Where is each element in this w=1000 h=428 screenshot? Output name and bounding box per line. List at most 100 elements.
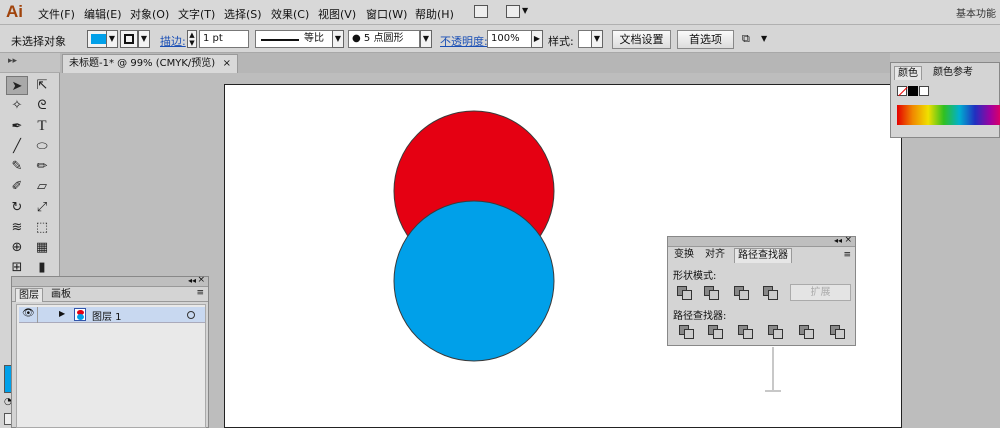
close-icon[interactable]: × bbox=[844, 235, 852, 245]
menu-help[interactable]: 帮助(H) bbox=[415, 6, 454, 22]
preferences-button[interactable]: 首选项 bbox=[677, 30, 734, 49]
layer-row[interactable]: 👁 ▶ 图层 1 bbox=[19, 307, 205, 323]
menu-effect[interactable]: 效果(C) bbox=[271, 6, 309, 22]
tools-panel-grip[interactable]: ▸▸ bbox=[0, 53, 60, 73]
trim-icon[interactable] bbox=[708, 325, 723, 339]
close-icon[interactable]: × bbox=[223, 55, 231, 72]
stroke-color-icon bbox=[124, 34, 134, 44]
opacity-label[interactable]: 不透明度: bbox=[440, 33, 488, 49]
tab-align[interactable]: 对齐 bbox=[702, 248, 728, 263]
opacity-field[interactable]: 100% bbox=[487, 30, 532, 48]
visibility-eye-icon[interactable]: 👁 bbox=[22, 308, 35, 319]
menu-window[interactable]: 窗口(W) bbox=[366, 6, 407, 22]
document-setup-button[interactable]: 文档设置 bbox=[612, 30, 671, 49]
align-options-icon[interactable]: ⧉ bbox=[742, 32, 750, 46]
divide-icon[interactable] bbox=[679, 325, 694, 339]
layers-panel-header[interactable]: ◂◂ × bbox=[12, 275, 208, 287]
target-icon[interactable] bbox=[187, 311, 195, 319]
gradient-tool-icon[interactable]: ▮ bbox=[31, 258, 53, 277]
tab-transform[interactable]: 变换 bbox=[671, 248, 697, 263]
panel-menu-icon[interactable]: ≡ bbox=[196, 288, 204, 298]
brush-label: 5 点圆形 bbox=[363, 33, 404, 44]
stroke-label[interactable]: 描边: bbox=[160, 33, 186, 49]
warp-tool-icon[interactable]: ≋ bbox=[6, 218, 28, 237]
chevron-down-icon[interactable]: ▼ bbox=[522, 6, 528, 15]
pathfinder-panel-header[interactable]: ◂◂ × bbox=[668, 235, 855, 247]
black-swatch-icon[interactable] bbox=[908, 86, 918, 96]
crop-icon[interactable] bbox=[768, 325, 783, 339]
layer-name[interactable]: 图层 1 bbox=[92, 308, 122, 323]
variable-width-profile[interactable]: 等比 bbox=[255, 30, 335, 48]
selection-tool-icon[interactable]: ➤ bbox=[6, 76, 28, 95]
color-spectrum[interactable] bbox=[897, 105, 1000, 125]
stroke-weight-stepper[interactable]: ▲ ▼ bbox=[187, 30, 197, 48]
scale-tool-icon[interactable]: ⤢ bbox=[31, 198, 53, 217]
layers-panel-tabs: 图层 画板 ≡ bbox=[12, 287, 208, 302]
outline-icon[interactable] bbox=[799, 325, 814, 339]
menu-type[interactable]: 文字(T) bbox=[178, 6, 215, 22]
minus-front-icon[interactable] bbox=[704, 286, 719, 300]
tab-color[interactable]: 颜色 bbox=[894, 66, 922, 80]
blob-brush-tool-icon[interactable]: ✐ bbox=[6, 177, 28, 196]
ellipse-tool-icon[interactable]: ⬭ bbox=[31, 137, 53, 156]
menu-edit[interactable]: 编辑(E) bbox=[84, 6, 122, 22]
magic-wand-tool-icon[interactable]: ✧ bbox=[6, 96, 28, 115]
tab-pathfinder[interactable]: 路径查找器 bbox=[734, 248, 792, 263]
exclude-icon[interactable] bbox=[763, 286, 778, 300]
profile-label: 等比 bbox=[304, 33, 324, 44]
tab-layers[interactable]: 图层 bbox=[15, 288, 43, 302]
stroke-dropdown-icon[interactable]: ▼ bbox=[138, 30, 150, 48]
fill-dropdown-icon[interactable]: ▼ bbox=[106, 30, 118, 48]
collapse-icon[interactable]: ◂◂ bbox=[188, 276, 196, 285]
direct-selection-tool-icon[interactable]: ⇱ bbox=[31, 76, 53, 95]
stroke-swatch[interactable] bbox=[120, 30, 138, 48]
pencil-tool-icon[interactable]: ✏ bbox=[31, 157, 53, 176]
workspace-switcher[interactable]: 基本功能 bbox=[956, 5, 996, 20]
arrange-documents-icon[interactable] bbox=[506, 5, 520, 18]
line-tool-icon[interactable]: ╱ bbox=[6, 137, 28, 156]
free-transform-tool-icon[interactable]: ⬚ bbox=[31, 218, 53, 237]
menu-object[interactable]: 对象(O) bbox=[130, 6, 169, 22]
close-icon[interactable]: × bbox=[197, 275, 205, 285]
tab-color-guide[interactable]: 颜色参考 bbox=[930, 66, 976, 80]
mesh-tool-icon[interactable]: ⊞ bbox=[6, 258, 28, 277]
menu-select[interactable]: 选择(S) bbox=[224, 6, 262, 22]
collapse-icon[interactable]: ▸▸ bbox=[8, 56, 17, 66]
none-swatch-icon[interactable] bbox=[897, 86, 908, 97]
brush-dropdown-icon[interactable]: ▼ bbox=[420, 30, 432, 48]
perspective-grid-tool-icon[interactable]: ▦ bbox=[31, 238, 53, 257]
collapse-icon[interactable]: ◂◂ bbox=[834, 236, 842, 245]
lasso-tool-icon[interactable]: ᘓ bbox=[31, 96, 53, 115]
eraser-tool-icon[interactable]: ▱ bbox=[31, 177, 53, 196]
pen-tool-icon[interactable]: ✒ bbox=[6, 117, 28, 136]
tab-document[interactable]: 未标题-1* @ 99% (CMYK/预览) × bbox=[62, 54, 238, 73]
panel-menu-icon[interactable]: ▼ bbox=[761, 34, 767, 43]
graphic-style-swatch[interactable] bbox=[578, 30, 592, 48]
menu-view[interactable]: 视图(V) bbox=[318, 6, 356, 22]
minus-back-icon[interactable] bbox=[830, 325, 845, 339]
control-bar: 未选择对象 ▼ ▼ 描边: ▲ ▼ 1 pt 等比 ▼ ● 5 点圆形 ▼ 不透明… bbox=[0, 25, 1000, 53]
selection-status: 未选择对象 bbox=[11, 35, 66, 48]
expand-button[interactable]: 扩展 bbox=[790, 284, 851, 301]
type-tool-icon[interactable]: T bbox=[31, 117, 53, 136]
bridge-icon[interactable] bbox=[474, 5, 488, 18]
shape-builder-tool-icon[interactable]: ⊕ bbox=[6, 238, 28, 257]
tab-artboards[interactable]: 画板 bbox=[48, 288, 74, 302]
intersect-icon[interactable] bbox=[734, 286, 749, 300]
paintbrush-tool-icon[interactable]: ✎ bbox=[6, 157, 28, 176]
stroke-weight-field[interactable]: 1 pt bbox=[199, 30, 249, 48]
panel-menu-icon[interactable]: ≡ bbox=[843, 250, 851, 260]
profile-dropdown-icon[interactable]: ▼ bbox=[332, 30, 344, 48]
brush-definition[interactable]: ● 5 点圆形 bbox=[348, 30, 420, 48]
unite-icon[interactable] bbox=[677, 286, 692, 300]
blue-circle[interactable] bbox=[393, 200, 555, 362]
rotate-tool-icon[interactable]: ↻ bbox=[6, 198, 28, 217]
menu-file[interactable]: 文件(F) bbox=[38, 6, 75, 22]
white-swatch-icon[interactable] bbox=[919, 86, 929, 96]
expand-triangle-icon[interactable]: ▶ bbox=[59, 309, 65, 318]
pathfinder-panel: ◂◂ × 变换 对齐 路径查找器 ≡ 形状模式: 扩展 路径查找器: bbox=[667, 235, 856, 346]
opacity-dropdown-icon[interactable]: ▶ bbox=[531, 30, 543, 48]
merge-icon[interactable] bbox=[738, 325, 753, 339]
document-tab-title: 未标题-1* @ 99% (CMYK/预览) bbox=[69, 58, 216, 69]
style-dropdown-icon[interactable]: ▼ bbox=[591, 30, 603, 48]
